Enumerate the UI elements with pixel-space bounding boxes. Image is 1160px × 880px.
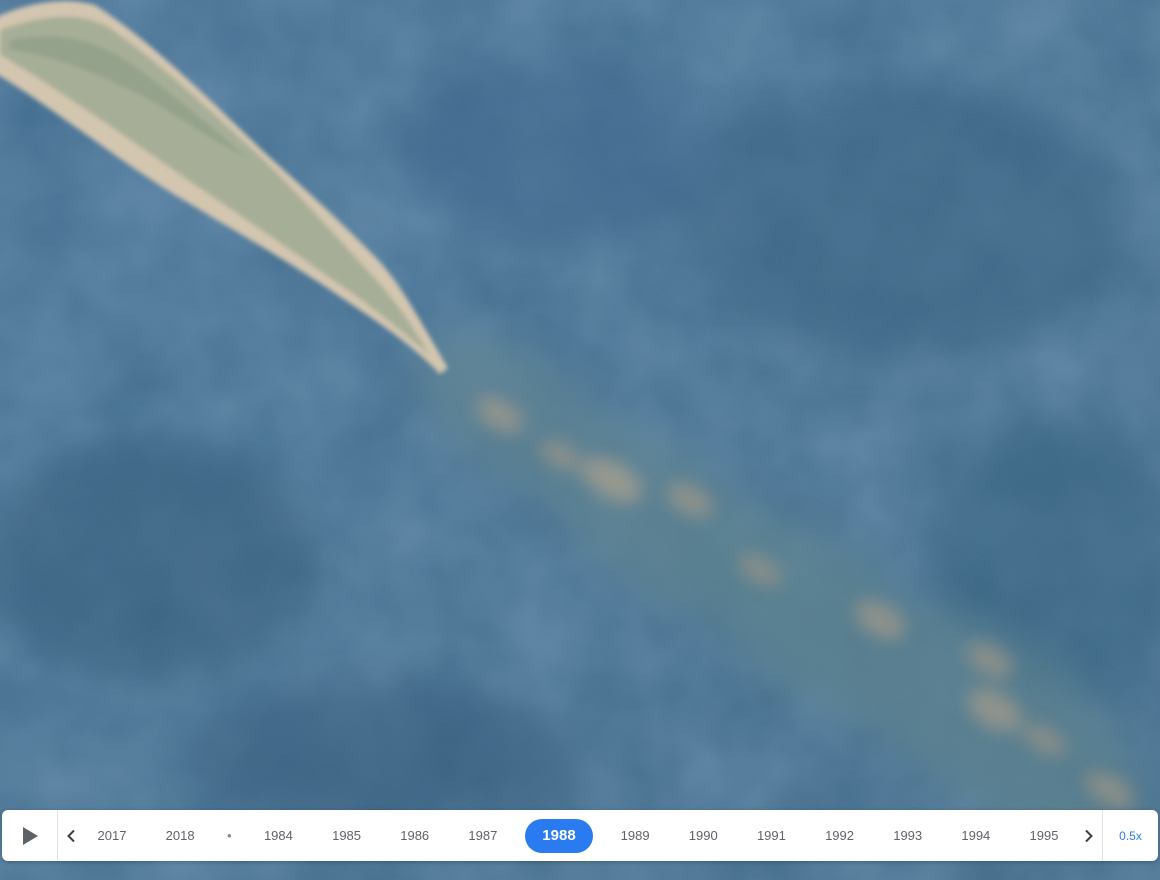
year-gap-separator: • [227, 827, 232, 843]
year-item[interactable]: 1994 [950, 819, 1002, 853]
year-item[interactable]: 1986 [389, 819, 441, 853]
year-item[interactable]: 1987 [457, 819, 509, 853]
year-list: 2017 2018 • 1984 1985 1986 1987 1988 1989 1990 199… [84, 810, 1076, 861]
previous-year-button[interactable] [58, 810, 84, 861]
year-item[interactable]: 1989 [609, 819, 661, 853]
year-item[interactable]: 1992 [814, 819, 866, 853]
year-item[interactable]: 1991 [745, 819, 797, 853]
play-icon [22, 826, 38, 845]
year-item[interactable]: 2018 [154, 819, 206, 853]
chevron-left-icon [67, 829, 75, 842]
playback-speed-button[interactable]: 0.5x [1102, 810, 1158, 861]
play-button[interactable] [2, 810, 58, 861]
year-item[interactable]: 1990 [677, 819, 729, 853]
timeline-bar: 2017 2018 • 1984 1985 1986 1987 1988 1989 1990 199… [2, 810, 1158, 861]
year-item[interactable]: 1984 [252, 819, 304, 853]
map-viewport[interactable]: 2017 2018 • 1984 1985 1986 1987 1988 1989 1990 199… [0, 0, 1160, 880]
year-item[interactable]: 1993 [882, 819, 934, 853]
year-item[interactable]: 1985 [321, 819, 373, 853]
satellite-imagery[interactable] [0, 0, 1160, 880]
year-item[interactable]: 2017 [86, 819, 138, 853]
chevron-right-icon [1085, 829, 1093, 842]
year-item[interactable]: 1995 [1018, 819, 1070, 853]
next-year-button[interactable] [1076, 810, 1102, 861]
year-item-selected[interactable]: 1988 [524, 818, 593, 853]
